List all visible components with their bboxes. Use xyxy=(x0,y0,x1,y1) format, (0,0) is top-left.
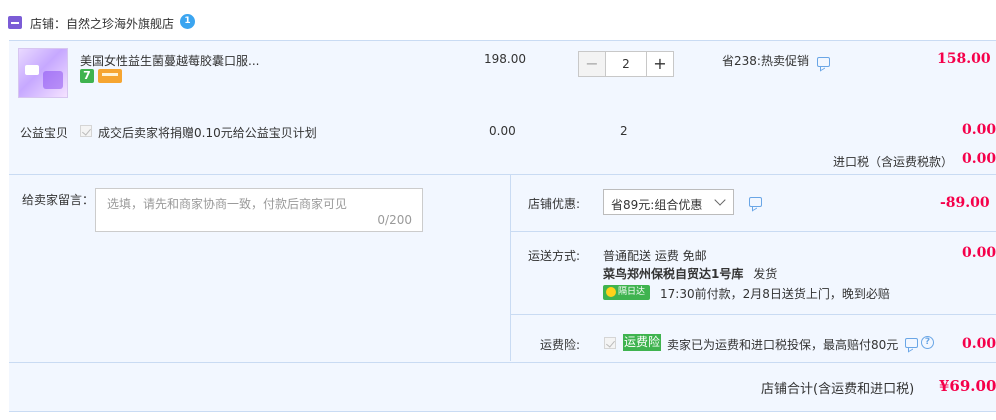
insurance-label: 运费险: xyxy=(539,338,580,352)
increase-quantity-button[interactable]: + xyxy=(646,51,674,77)
discount-chat-icon[interactable] xyxy=(749,197,762,207)
insurance-value: 0.00 xyxy=(962,336,996,352)
item-total: 158.00 xyxy=(937,51,991,67)
product-title-link[interactable]: 美国女性益生菌蔓越莓胶囊口服... xyxy=(80,52,259,69)
shipping-warehouse-line: 菜鸟郑州保税自贸达1号库 发货 xyxy=(603,265,777,282)
delivery-eta: 17:30前付款，2月8日送货上门，晚到必赔 xyxy=(660,287,890,301)
discount-label: 店铺优惠: xyxy=(527,197,580,211)
seven-day-return-icon: 7 xyxy=(80,69,94,83)
insurance-tag: 运费险 xyxy=(623,334,661,351)
message-textarea[interactable]: 选填，请先和商家协商一致，付款后商家可见 0/200 xyxy=(95,188,423,232)
promotion-chat-icon[interactable] xyxy=(817,57,830,67)
shop-chat-badge[interactable]: 1 xyxy=(180,14,195,29)
unit-price: 198.00 xyxy=(484,52,526,66)
insurance-text: 卖家已为运费和进口税投保，最高赔付80元 xyxy=(667,338,899,352)
insurance-checkbox xyxy=(604,337,616,349)
product-thumbnail[interactable] xyxy=(18,48,68,98)
decrease-quantity-button[interactable]: − xyxy=(578,51,606,77)
message-char-count: 0/200 xyxy=(377,213,412,227)
summary-bottom-border xyxy=(9,411,996,412)
quantity-input[interactable]: 2 xyxy=(605,51,647,77)
discount-select[interactable]: 省89元:组合优惠 xyxy=(603,189,734,215)
shop-total-label: 店铺合计(含运费和进口税) xyxy=(761,382,915,397)
charity-price: 0.00 xyxy=(489,124,516,138)
shipping-label: 运送方式: xyxy=(527,249,580,263)
warehouse-name: 菜鸟郑州保税自贸达1号库 xyxy=(603,267,744,281)
message-placeholder: 选填，请先和商家协商一致，付款后商家可见 xyxy=(107,197,348,211)
shipping-method: 普通配送 运费 免邮 xyxy=(603,249,707,263)
help-icon[interactable]: ? xyxy=(921,336,934,349)
shop-total-value: ¥69.00 xyxy=(939,377,996,395)
charity-text: 成交后卖家将捐赠0.10元给公益宝贝计划 xyxy=(98,126,317,140)
chevron-down-icon xyxy=(714,194,726,206)
shop-name-link[interactable]: 店铺：自然之珍海外旗舰店 xyxy=(30,15,174,32)
discount-selected-value: 省89元:组合优惠 xyxy=(611,198,703,212)
import-tax-value: 0.00 xyxy=(962,151,996,167)
charity-quantity: 2 xyxy=(620,124,628,138)
discount-value: -89.00 xyxy=(940,195,990,211)
credit-card-icon xyxy=(98,69,122,83)
row-divider xyxy=(510,314,996,315)
warehouse-note: 发货 xyxy=(753,267,778,281)
charity-checkbox xyxy=(80,125,92,137)
section-divider xyxy=(9,174,996,175)
charity-label: 公益宝贝 xyxy=(20,126,69,140)
charity-total: 0.00 xyxy=(962,122,996,138)
shipping-value: 0.00 xyxy=(962,245,996,261)
insurance-chat-icon[interactable] xyxy=(905,338,918,348)
shop-icon xyxy=(8,16,22,29)
next-day-badge: 隔日达 xyxy=(603,285,650,300)
import-tax-label: 进口税（含运费税款） xyxy=(833,155,954,169)
message-label: 给卖家留言： xyxy=(22,193,95,207)
quantity-stepper: − 2 + xyxy=(578,51,674,77)
promotion-text: 省238:热卖促销 xyxy=(722,54,809,68)
row-divider xyxy=(510,231,996,232)
